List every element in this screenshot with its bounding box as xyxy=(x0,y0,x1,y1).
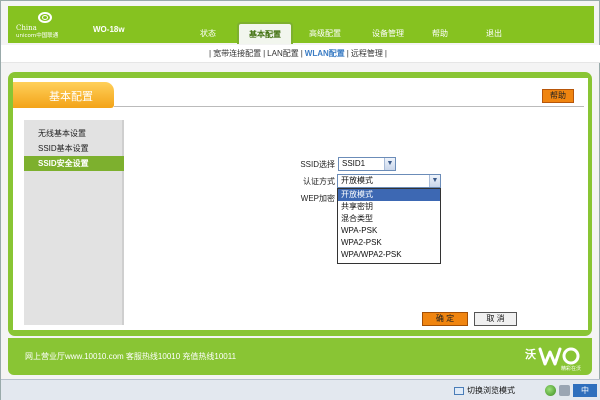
ssid-select[interactable]: SSID1 ▼ xyxy=(338,157,396,171)
page-title-tab: 基本配置 xyxy=(13,82,114,108)
dropdown-option-wpa2-psk[interactable]: WPA2-PSK xyxy=(338,237,440,249)
browser-status-bar: 切换浏览模式 中 xyxy=(1,379,600,400)
title-divider xyxy=(114,106,584,107)
nav-status[interactable]: 状态 xyxy=(178,23,238,43)
help-button[interactable]: 帮助 xyxy=(542,89,574,103)
switch-browse-mode-label: 切换浏览模式 xyxy=(467,386,515,395)
wep-encryption-label: WEP加密 xyxy=(300,194,335,203)
china-unicom-logo: China unicom中国联通 xyxy=(16,12,86,39)
model-name: WO-18w xyxy=(93,25,125,34)
nav-help[interactable]: 帮助 xyxy=(418,23,462,43)
confirm-button[interactable]: 确 定 xyxy=(422,312,468,326)
subnav-wan-config[interactable]: 宽带连接配置 xyxy=(213,48,261,59)
auth-method-label: 认证方式 xyxy=(303,177,335,186)
dropdown-option-wpa-wpa2-psk[interactable]: WPA/WPA2-PSK xyxy=(338,249,440,261)
status-tray-icon[interactable] xyxy=(545,385,556,396)
wo-brand-slogan: 精彩在沃 xyxy=(561,365,581,372)
wo-brand-char: 沃 xyxy=(525,347,537,361)
side-item-wireless-basic[interactable]: 无线基本设置 xyxy=(24,126,124,141)
logo-text-2: unicom中国联通 xyxy=(16,33,59,39)
header: China unicom中国联通 WO-18w 状态 基本配置 高级配置 设备管… xyxy=(8,6,594,44)
sub-navigation: | 宽带连接配置 | LAN配置 | WLAN配置 | 远程管理 | xyxy=(1,45,600,63)
wo-brand-logo: 沃 精彩在沃 xyxy=(525,342,585,372)
nav-device-management[interactable]: 设备管理 xyxy=(358,23,418,43)
ime-indicator[interactable]: 中 xyxy=(573,384,597,397)
nav-basic-config[interactable]: 基本配置 xyxy=(237,22,293,44)
tray-settings-icon[interactable] xyxy=(559,385,570,396)
nav-logout[interactable]: 退出 xyxy=(472,23,516,43)
wo-logo-icon: 沃 精彩在沃 xyxy=(525,347,581,372)
compatibility-view-icon xyxy=(454,386,464,395)
browser-frame: China unicom中国联通 WO-18w 状态 基本配置 高级配置 设备管… xyxy=(0,0,600,400)
cancel-button[interactable]: 取 消 xyxy=(474,312,517,326)
page-title: 基本配置 xyxy=(49,91,93,103)
dropdown-option-wpa-psk[interactable]: WPA-PSK xyxy=(338,225,440,237)
side-menu: 无线基本设置 SSID基本设置 SSID安全设置 xyxy=(24,120,124,325)
auth-method-dropdown: 开放模式 共享密钥 混合类型 WPA-PSK WPA2-PSK WPA/WPA2… xyxy=(337,188,441,264)
dropdown-option-shared-key[interactable]: 共享密钥 xyxy=(338,201,440,213)
chevron-down-icon[interactable]: ▼ xyxy=(429,175,440,187)
chevron-down-icon[interactable]: ▼ xyxy=(384,158,395,170)
side-item-ssid-security[interactable]: SSID安全设置 xyxy=(24,156,124,171)
ssid-select-value: SSID1 xyxy=(342,159,366,168)
subnav-wlan-config[interactable]: WLAN配置 xyxy=(305,48,345,59)
dropdown-option-open[interactable]: 开放模式 xyxy=(338,189,440,201)
ssid-select-label: SSID选择 xyxy=(300,160,335,169)
dropdown-option-mixed[interactable]: 混合类型 xyxy=(338,213,440,225)
auth-method-select[interactable]: 开放模式 ▼ xyxy=(337,174,441,188)
subnav-remote-management[interactable]: 远程管理 xyxy=(351,48,383,59)
nav-advanced-config[interactable]: 高级配置 xyxy=(295,23,355,43)
footer-contact-text: 网上营业厅www.10010.com 客服热线10010 充值热线10011 xyxy=(25,352,237,361)
subnav-lan-config[interactable]: LAN配置 xyxy=(267,48,299,59)
auth-method-value: 开放模式 xyxy=(341,176,373,185)
switch-browse-mode-button[interactable]: 切换浏览模式 xyxy=(454,384,515,397)
footer: 网上营业厅www.10010.com 客服热线10010 充值热线10011 沃… xyxy=(8,338,592,375)
side-item-ssid-basic[interactable]: SSID基本设置 xyxy=(24,141,124,156)
